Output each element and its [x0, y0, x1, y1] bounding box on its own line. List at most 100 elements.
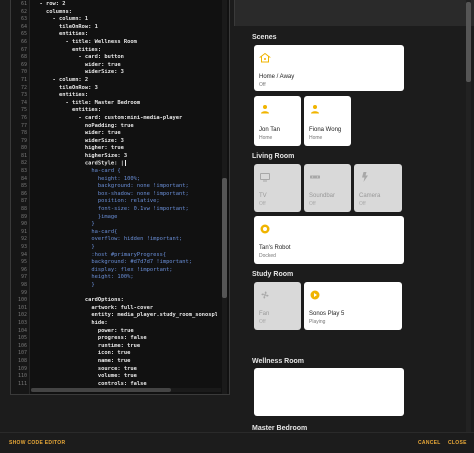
code-text[interactable]: }	[33, 282, 217, 290]
code-line[interactable]: 87 position: relative;	[11, 198, 227, 206]
camera-card[interactable]: Camera Off	[354, 164, 402, 212]
code-line[interactable]: 71 - column: 2	[11, 77, 227, 85]
code-line[interactable]: 78 wider: true	[11, 130, 227, 138]
yaml-code-editor[interactable]: 61 - row: 2 62 columns: 63 - column: 1 64 t…	[10, 0, 230, 395]
show-code-editor-button[interactable]: SHOW CODE EDITOR	[9, 440, 65, 446]
code-text[interactable]: hide:	[33, 320, 217, 328]
code-line[interactable]: 108 name: true	[11, 358, 227, 366]
tv-card[interactable]: TV Off	[254, 164, 301, 212]
code-text[interactable]: - column: 1	[33, 16, 217, 24]
code-line[interactable]: 88 font-size: 0.1vw !important;	[11, 206, 227, 214]
code-line[interactable]: 89 }image	[11, 214, 227, 222]
code-text[interactable]: - card: button	[33, 54, 217, 62]
code-line[interactable]: 65 entities:	[11, 31, 227, 39]
code-text[interactable]: tileOnRow: 3	[33, 85, 217, 93]
code-line[interactable]: 86 box-shadow: none !important;	[11, 191, 227, 199]
editor-horizontal-scrollbar[interactable]	[31, 388, 221, 392]
code-line[interactable]: 110 volume: true	[11, 373, 227, 381]
code-text[interactable]: position: relative;	[33, 198, 217, 206]
code-text[interactable]: background: #d7d7d7 !important;	[33, 259, 217, 267]
code-line[interactable]: 83 ha-card {	[11, 168, 227, 176]
code-line[interactable]: 90 }	[11, 221, 227, 229]
code-text[interactable]: font-size: 0.1vw !important;	[33, 206, 217, 214]
close-button[interactable]: CLOSE	[448, 440, 467, 446]
code-line[interactable]: 92 overflow: hidden !important;	[11, 236, 227, 244]
code-line[interactable]: 66 - title: Wellness Room	[11, 39, 227, 47]
code-line[interactable]: 95 background: #d7d7d7 !important;	[11, 259, 227, 267]
code-text[interactable]: wider: true	[33, 130, 217, 138]
code-text[interactable]: :host #primaryProgress{	[33, 252, 217, 260]
code-line[interactable]: 91 ha-card{	[11, 229, 227, 237]
code-line[interactable]: 79 widerSize: 3	[11, 138, 227, 146]
code-text[interactable]: widerSize: 3	[33, 69, 217, 77]
code-line[interactable]: 70 widerSize: 3	[11, 69, 227, 77]
code-text[interactable]: display: flex !important;	[33, 267, 217, 275]
code-line[interactable]: 102 entity: media_player.study_room_sono…	[11, 312, 227, 320]
soundbar-card[interactable]: Soundbar Off	[304, 164, 351, 212]
code-text[interactable]: progress: false	[33, 335, 217, 343]
code-text[interactable]: columns:	[33, 9, 217, 17]
code-text[interactable]: - column: 2	[33, 77, 217, 85]
code-line[interactable]: 74 - title: Master Bedroom	[11, 100, 227, 108]
code-text[interactable]: ha-card{	[33, 229, 217, 237]
code-line[interactable]: 103 hide:	[11, 320, 227, 328]
sonos-card[interactable]: Sonos Play 5 Playing	[304, 282, 402, 330]
code-line[interactable]: 75 entities:	[11, 107, 227, 115]
code-text[interactable]: entities:	[33, 47, 217, 55]
person-card-fiona[interactable]: Fiona Wong Home	[304, 96, 351, 146]
code-text[interactable]: entities:	[33, 107, 217, 115]
code-text[interactable]: - row: 2	[33, 1, 217, 9]
code-line[interactable]: 72 tileOnRow: 3	[11, 85, 227, 93]
editor-scroll-thumb[interactable]	[222, 178, 227, 298]
code-line[interactable]: 73 entities:	[11, 92, 227, 100]
code-text[interactable]: - title: Master Bedroom	[33, 100, 217, 108]
code-line[interactable]: 105 progress: false	[11, 335, 227, 343]
preview-scroll-thumb[interactable]	[466, 2, 471, 82]
code-text[interactable]: tileOnRow: 1	[33, 24, 217, 32]
code-text[interactable]: entities:	[33, 31, 217, 39]
editor-vertical-scrollbar[interactable]	[222, 0, 227, 394]
fan-card[interactable]: Fan Off	[254, 282, 301, 330]
code-text[interactable]: }	[33, 221, 217, 229]
code-line[interactable]: 80 higher: true	[11, 145, 227, 153]
code-line[interactable]: 82 cardStyle: |	[11, 160, 227, 168]
wellness-button-card[interactable]	[254, 368, 404, 416]
code-text[interactable]: cardOptions:	[33, 297, 217, 305]
code-text[interactable]: box-shadow: none !important;	[33, 191, 217, 199]
cancel-button[interactable]: CANCEL	[418, 440, 441, 446]
code-text[interactable]: volume: true	[33, 373, 217, 381]
code-text[interactable]: name: true	[33, 358, 217, 366]
code-text[interactable]: higherSize: 3	[33, 153, 217, 161]
code-text[interactable]: }	[33, 244, 217, 252]
person-card-jon[interactable]: Jon Tan Home	[254, 96, 301, 146]
code-line[interactable]: 69 wider: true	[11, 62, 227, 70]
code-line[interactable]: 107 icon: true	[11, 350, 227, 358]
code-text[interactable]: widerSize: 3	[33, 138, 217, 146]
code-line[interactable]: 77 noPadding: true	[11, 123, 227, 131]
code-text[interactable]: - card: custom:mini-media-player	[33, 115, 217, 123]
code-line[interactable]: 63 - column: 1	[11, 16, 227, 24]
code-line[interactable]: 62 columns:	[11, 9, 227, 17]
preview-scrollbar[interactable]	[466, 0, 471, 432]
code-line[interactable]: 104 power: true	[11, 328, 227, 336]
code-text[interactable]: - title: Wellness Room	[33, 39, 217, 47]
code-text[interactable]: }image	[33, 214, 217, 222]
code-line[interactable]: 109 source: true	[11, 366, 227, 374]
code-line[interactable]: 76 - card: custom:mini-media-player	[11, 115, 227, 123]
code-line[interactable]: 94 :host #primaryProgress{	[11, 252, 227, 260]
code-line[interactable]: 67 entities:	[11, 47, 227, 55]
code-line[interactable]: 85 background: none !important;	[11, 183, 227, 191]
code-line[interactable]: 100 cardOptions:	[11, 297, 227, 305]
code-line[interactable]: 97 height: 100%;	[11, 274, 227, 282]
code-line[interactable]: 64 tileOnRow: 1	[11, 24, 227, 32]
code-line[interactable]: 106 runtime: true	[11, 343, 227, 351]
code-line[interactable]: 81 higherSize: 3	[11, 153, 227, 161]
code-lines[interactable]: 61 - row: 2 62 columns: 63 - column: 1 64 t…	[11, 1, 227, 388]
code-text[interactable]: ha-card {	[33, 168, 217, 176]
home-away-card[interactable]: Home / Away Off	[254, 45, 404, 91]
code-text[interactable]: height: 100%;	[33, 176, 217, 184]
code-text[interactable]: icon: true	[33, 350, 217, 358]
code-text[interactable]: runtime: true	[33, 343, 217, 351]
code-text[interactable]: source: true	[33, 366, 217, 374]
code-text[interactable]: noPadding: true	[33, 123, 217, 131]
